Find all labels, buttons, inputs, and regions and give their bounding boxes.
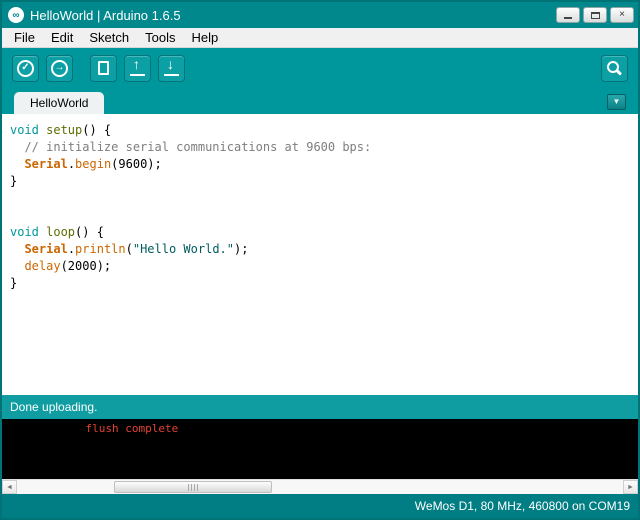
arduino-logo-icon: ∞: [8, 7, 24, 23]
code-line: delay(2000);: [10, 258, 630, 275]
code-line: // initialize serial communications at 9…: [10, 139, 630, 156]
scroll-left-icon: ◄: [6, 484, 13, 491]
code-line: Serial.begin(9600);: [10, 156, 630, 173]
status-message: Done uploading.: [10, 400, 97, 414]
tab-strip: HelloWorld ▼: [2, 88, 638, 114]
chevron-down-icon: ▼: [613, 98, 621, 106]
window-title: HelloWorld | Arduino 1.6.5: [30, 8, 556, 23]
code-line: Serial.println("Hello World.");: [10, 241, 630, 258]
horizontal-scrollbar: ◄ ►: [2, 479, 638, 494]
verify-button[interactable]: ✓: [12, 55, 39, 82]
menu-file[interactable]: File: [6, 28, 43, 47]
save-sketch-button[interactable]: ↓: [158, 55, 185, 82]
upload-button[interactable]: →: [46, 55, 73, 82]
open-sketch-button[interactable]: ↑: [124, 55, 151, 82]
scrollbar-thumb[interactable]: [114, 481, 272, 493]
minimize-button[interactable]: [556, 7, 580, 23]
maximize-icon: [591, 12, 600, 19]
scroll-right-icon: ►: [627, 484, 634, 491]
new-sketch-button[interactable]: [90, 55, 117, 82]
scroll-right-button[interactable]: ►: [623, 480, 638, 494]
console-output: flush complete: [2, 419, 638, 479]
serial-monitor-button[interactable]: [601, 55, 628, 82]
code-line: void setup() {: [10, 122, 630, 139]
upload-arrow-icon: →: [51, 60, 68, 77]
menu-tools[interactable]: Tools: [137, 28, 183, 47]
tab-helloworld[interactable]: HelloWorld: [14, 92, 104, 114]
scrollbar-track[interactable]: [17, 480, 623, 494]
save-icon: ↓: [164, 60, 179, 76]
menu-help[interactable]: Help: [183, 28, 226, 47]
tab-menu-button[interactable]: ▼: [607, 94, 626, 110]
code-editor[interactable]: void setup() { // initialize serial comm…: [2, 114, 638, 395]
code-line: }: [10, 173, 630, 190]
close-icon: ×: [619, 10, 625, 20]
title-bar: ∞ HelloWorld | Arduino 1.6.5 ×: [2, 2, 638, 28]
open-icon: ↑: [130, 60, 145, 76]
scroll-left-button[interactable]: ◄: [2, 480, 17, 494]
code-line: void loop() {: [10, 224, 630, 241]
code-line: [10, 190, 630, 207]
board-info: WeMos D1, 80 MHz, 460800 on COM19: [415, 499, 630, 513]
close-button[interactable]: ×: [610, 7, 634, 23]
new-document-icon: [98, 61, 109, 75]
maximize-button[interactable]: [583, 7, 607, 23]
toolbar: ✓ → ↑ ↓: [2, 48, 638, 88]
scrollbar-grip-icon: [115, 482, 271, 492]
verify-check-icon: ✓: [17, 60, 34, 77]
status-message-bar: Done uploading.: [2, 395, 638, 419]
magnifier-icon: [606, 60, 623, 77]
status-bar: WeMos D1, 80 MHz, 460800 on COM19: [2, 494, 638, 518]
code-line: }: [10, 275, 630, 292]
menu-sketch[interactable]: Sketch: [81, 28, 137, 47]
minimize-icon: [564, 17, 572, 19]
console-text: flush complete: [6, 422, 634, 436]
menu-bar: File Edit Sketch Tools Help: [2, 28, 638, 48]
window-controls: ×: [556, 7, 634, 23]
menu-edit[interactable]: Edit: [43, 28, 81, 47]
code-line: [10, 207, 630, 224]
arduino-ide-window: ∞ HelloWorld | Arduino 1.6.5 × File Edit…: [0, 0, 640, 520]
